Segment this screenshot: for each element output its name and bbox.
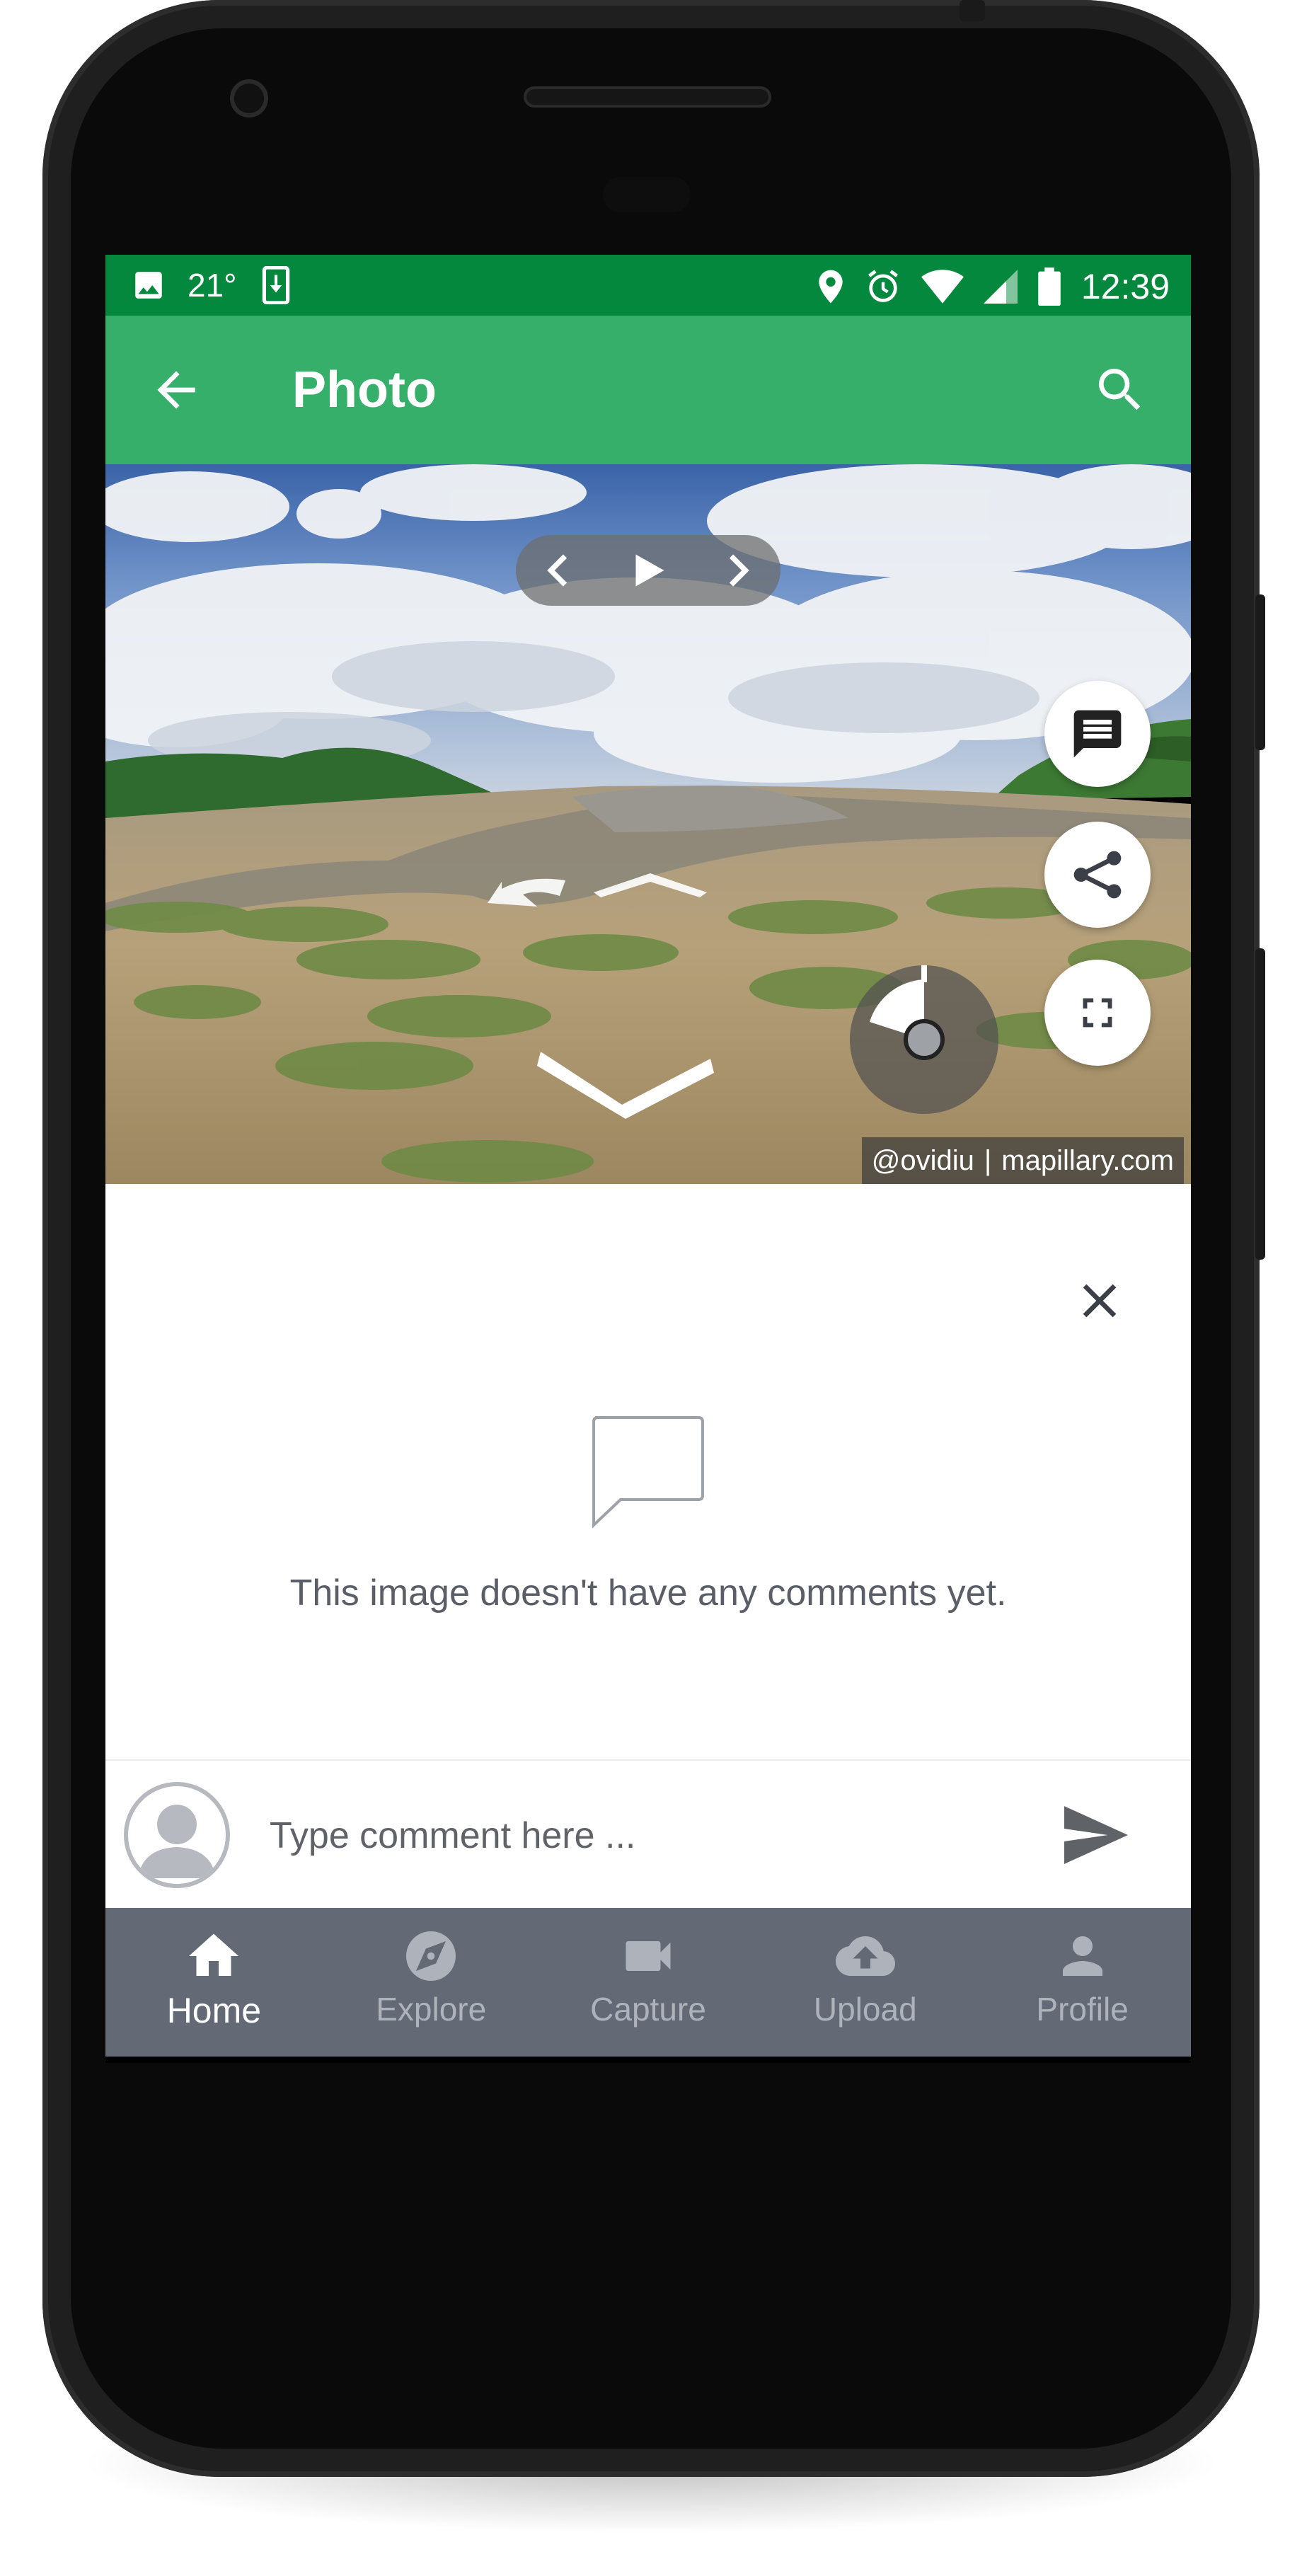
arrow-back-icon — [157, 371, 195, 409]
send-icon — [1064, 1806, 1128, 1864]
sequence-controls — [516, 535, 780, 606]
wifi-icon — [921, 270, 964, 304]
location-icon — [817, 268, 845, 305]
signal-icon — [983, 270, 1018, 304]
home-icon — [184, 1926, 243, 1986]
nav-upload-label: Upload — [813, 1991, 917, 2028]
send-button[interactable] — [1061, 1803, 1131, 1867]
battery-icon — [1037, 268, 1061, 306]
temperature: 21° — [188, 267, 237, 304]
person-icon — [1053, 1926, 1112, 1986]
share-icon — [1073, 851, 1122, 899]
person-icon — [138, 1805, 216, 1878]
nav-home[interactable]: Home — [105, 1908, 323, 2057]
nav-profile[interactable]: Profile — [974, 1908, 1191, 2057]
compass-widget[interactable] — [850, 964, 998, 1114]
next-button[interactable] — [708, 542, 765, 599]
nav-explore[interactable]: Explore — [323, 1908, 540, 2057]
image-icon — [131, 268, 166, 303]
download-icon — [258, 266, 294, 304]
video-camera-icon — [618, 1926, 678, 1986]
bottom-navigation: Home Explore Capture Upload Profile — [105, 1908, 1191, 2057]
status-bar: 21° 12:39 — [105, 255, 1191, 316]
nav-explore-label: Explore — [376, 1991, 487, 2028]
comments-fab[interactable] — [1044, 681, 1151, 787]
compass-icon — [870, 964, 945, 1060]
fullscreen-icon — [1083, 998, 1112, 1028]
attribution-site[interactable]: mapillary.com — [1001, 1145, 1174, 1177]
prev-icon — [547, 554, 568, 587]
close-comments-button[interactable] — [1071, 1272, 1128, 1329]
explore-icon — [401, 1926, 461, 1986]
page-title: Photo — [292, 362, 437, 418]
comment-icon — [1073, 710, 1122, 758]
app-bar: Photo — [105, 316, 1191, 464]
cloud-upload-icon — [835, 1926, 895, 1986]
play-icon — [635, 554, 664, 587]
fullscreen-fab[interactable] — [1044, 960, 1151, 1066]
clock: 12:39 — [1081, 267, 1170, 306]
share-fab[interactable] — [1044, 822, 1151, 928]
front-camera — [230, 79, 268, 117]
volume-button — [1255, 948, 1265, 1260]
nav-profile-label: Profile — [1036, 1991, 1129, 2028]
photo-viewer[interactable]: @ovidiu | mapillary.com — [105, 464, 1191, 1184]
attribution-separator: | — [984, 1144, 992, 1176]
photo-attribution[interactable]: @ovidiu | mapillary.com — [861, 1137, 1184, 1184]
comment-input[interactable] — [268, 1796, 1049, 1875]
nav-capture[interactable]: Capture — [540, 1908, 757, 2057]
proximity-sensor — [603, 177, 691, 212]
comment-composer — [105, 1759, 1191, 1909]
nav-home-label: Home — [166, 1991, 262, 2030]
alarm-icon — [865, 268, 901, 305]
next-icon — [729, 554, 749, 587]
comments-panel: This image doesn't have any comments yet… — [105, 1184, 1191, 1759]
earpiece-speaker — [524, 86, 771, 108]
phone-screen: 21° 12:39 Photo @ovidiu | mapillary.com … — [105, 255, 1191, 2063]
search-button[interactable] — [1092, 362, 1148, 418]
system-navigation-bar — [105, 2057, 1191, 2063]
nav-upload[interactable]: Upload — [756, 1908, 974, 2057]
attribution-user[interactable]: @ovidiu — [872, 1145, 974, 1177]
empty-comments-icon — [587, 1410, 707, 1531]
search-icon — [1099, 369, 1141, 410]
close-icon — [1083, 1284, 1117, 1318]
back-button[interactable] — [148, 362, 204, 418]
top-button — [960, 0, 985, 21]
previous-button[interactable] — [531, 542, 588, 599]
power-button — [1255, 594, 1265, 750]
avatar — [124, 1782, 230, 1888]
empty-comments-message: This image doesn't have any comments yet… — [289, 1572, 1007, 1614]
play-button[interactable] — [620, 542, 676, 599]
nav-capture-label: Capture — [590, 1991, 706, 2028]
